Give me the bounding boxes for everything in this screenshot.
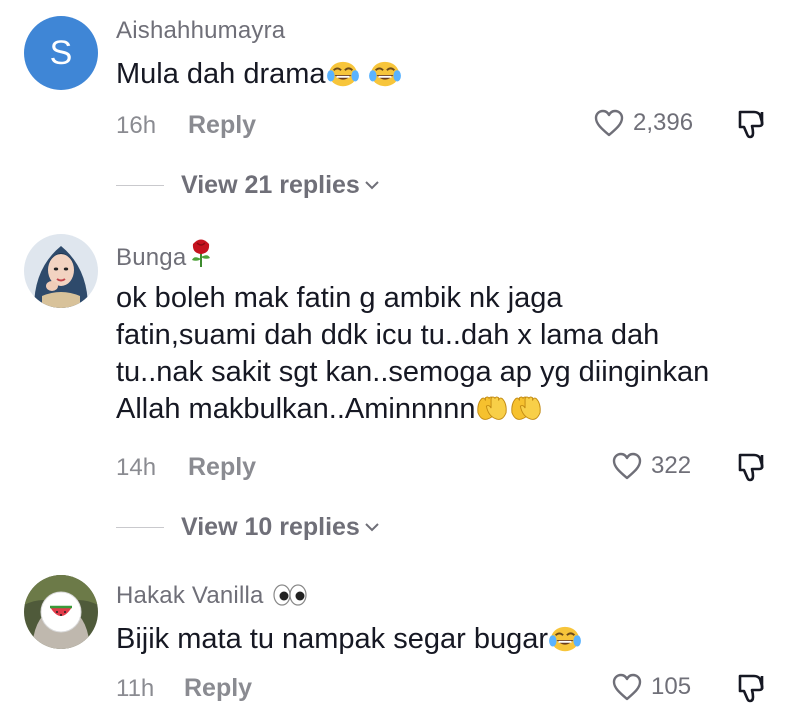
divider — [116, 184, 164, 186]
like-button[interactable]: 2,396 — [593, 108, 693, 138]
like-count: 2,396 — [633, 109, 694, 136]
comment-text: Mula dah drama — [116, 56, 786, 93]
like-button[interactable]: 105 — [611, 672, 691, 702]
heart-icon — [611, 672, 643, 702]
username-text: Hakak Vanilla — [116, 582, 264, 609]
raised-hands-emoji-icon — [509, 394, 543, 424]
username[interactable]: Bunga — [116, 237, 214, 272]
tears-of-joy-emoji-icon — [368, 59, 402, 89]
divider — [116, 526, 164, 528]
view-replies-label: View 10 replies — [181, 512, 360, 541]
chevron-down-icon — [365, 522, 379, 532]
comment-time: 11h — [116, 675, 155, 702]
comment-time: 16h — [116, 112, 157, 139]
comment-line-last: Allah makbulkan..Aminnnnn — [116, 391, 786, 428]
username[interactable]: Hakak Vanilla — [116, 582, 308, 610]
reply-button[interactable]: Reply — [184, 674, 252, 703]
avatar-letter: S — [49, 33, 73, 72]
view-replies-button[interactable]: View 10 replies — [116, 512, 379, 542]
tears-of-joy-emoji-icon — [326, 59, 360, 89]
like-count: 105 — [651, 673, 692, 700]
thumbs-down-icon[interactable] — [734, 451, 768, 483]
comment-text-body: Mula dah drama — [116, 58, 326, 90]
rose-emoji-icon — [192, 239, 211, 267]
comment-line: fatin,suami dah ddk icu tu..dah x lama d… — [116, 319, 660, 351]
heart-icon — [593, 108, 625, 138]
username[interactable]: Aishahhumayra — [116, 17, 285, 45]
reply-button[interactable]: Reply — [188, 111, 256, 140]
comment-time: 14h — [116, 454, 157, 481]
chevron-down-icon — [365, 180, 379, 190]
avatar[interactable] — [24, 575, 98, 649]
heart-icon — [611, 451, 643, 481]
view-replies-button[interactable]: View 21 replies — [116, 170, 379, 200]
avatar-image — [24, 234, 98, 308]
reply-button[interactable]: Reply — [188, 453, 256, 482]
avatar-image — [24, 575, 98, 649]
avatar[interactable] — [24, 234, 98, 308]
comment-line: ok boleh mak fatin g ambik nk jaga — [116, 282, 563, 314]
tears-of-joy-emoji-icon — [548, 624, 582, 654]
comment-line: tu..nak sakit sgt kan..semoga ap yg diin… — [116, 356, 710, 388]
thumbs-down-icon[interactable] — [734, 108, 768, 140]
view-replies-label: View 21 replies — [181, 170, 360, 199]
avatar[interactable]: S — [24, 16, 98, 90]
eyes-emoji-icon — [273, 584, 308, 606]
comment-line: Allah makbulkan..Aminnnnn — [116, 393, 476, 425]
like-count: 322 — [651, 452, 692, 479]
username-text: Bunga — [116, 244, 187, 271]
comment-text: ok boleh mak fatin g ambik nk jaga fatin… — [116, 280, 786, 428]
comment-text-body: Bijik mata tu nampak segar bugar — [116, 623, 548, 655]
like-button[interactable]: 322 — [611, 451, 691, 481]
raised-hands-emoji-icon — [475, 394, 509, 424]
thumbs-down-icon[interactable] — [734, 672, 768, 704]
comment-text: Bijik mata tu nampak segar bugar — [116, 621, 786, 658]
